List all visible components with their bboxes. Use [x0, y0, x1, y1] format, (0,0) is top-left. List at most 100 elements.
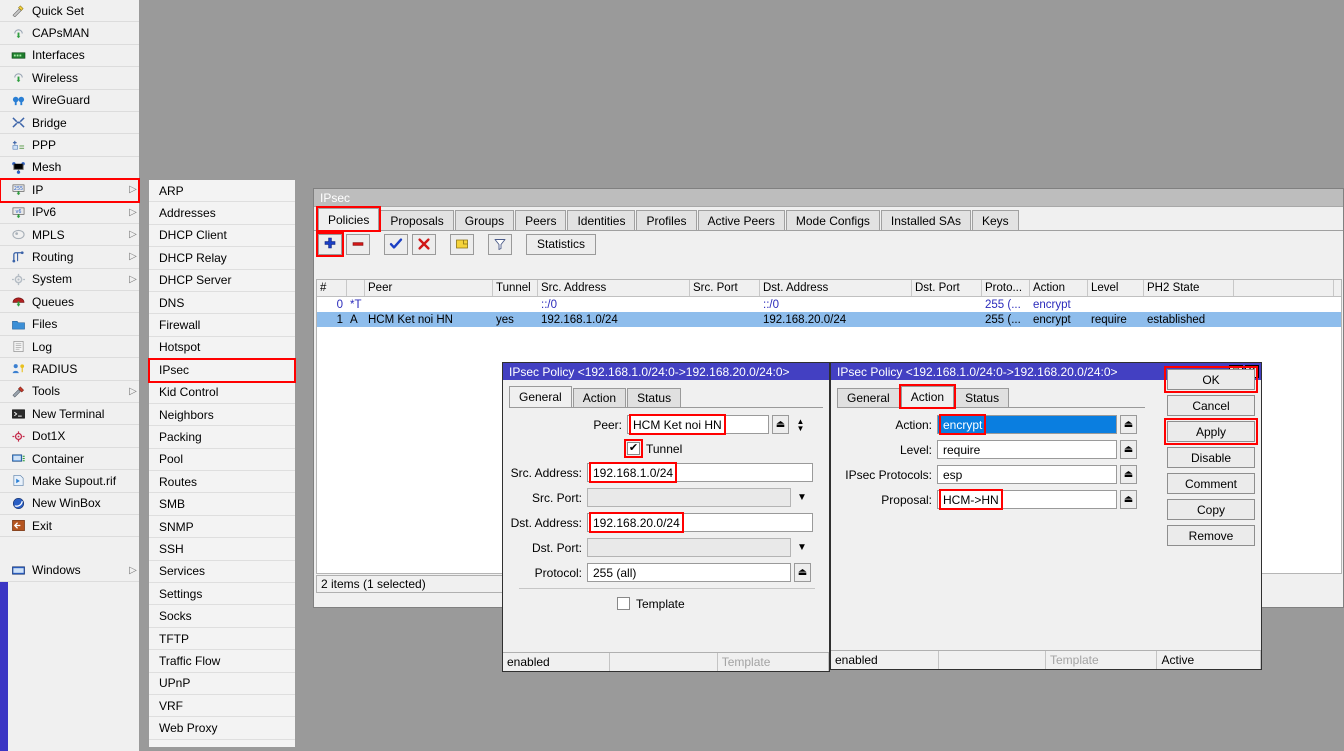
sidebar-item-container[interactable]: Container [0, 447, 139, 471]
column-header[interactable]: Peer [365, 280, 493, 296]
sidebar-item-new-winbox[interactable]: New WinBox [0, 492, 139, 515]
ip-submenu-item-dhcp-server[interactable]: DHCP Server [149, 269, 295, 292]
action-dropdown-icon[interactable]: ⏏ [1120, 415, 1137, 434]
column-header[interactable]: Dst. Address [760, 280, 912, 296]
column-header[interactable]: Tunnel [493, 280, 538, 296]
copy-button[interactable]: Copy [1167, 499, 1255, 520]
sidebar-item-system[interactable]: System ▷ [0, 268, 139, 292]
column-header[interactable]: Src. Address [538, 280, 690, 296]
sidebar-item-tools[interactable]: Tools ▷ [0, 380, 139, 404]
comment-button[interactable] [450, 233, 474, 255]
ip-submenu-item-tftp[interactable]: TFTP [149, 627, 295, 651]
level-input[interactable]: require [937, 440, 1117, 459]
ip-submenu-item-socks[interactable]: Socks [149, 605, 295, 628]
tab-policies[interactable]: Policies [315, 206, 382, 232]
ip-submenu-item-packing[interactable]: Packing [149, 426, 295, 449]
ip-submenu-item-routes[interactable]: Routes [149, 471, 295, 494]
level-dropdown-icon[interactable]: ⏏ [1120, 440, 1137, 459]
column-header[interactable]: Level [1088, 280, 1144, 296]
src-address-input[interactable]: 192.168.1.0/24 [587, 462, 813, 483]
sidebar-item-log[interactable]: Log [0, 335, 139, 359]
sidebar-item-mesh[interactable]: Mesh [0, 156, 139, 180]
column-header[interactable] [347, 280, 365, 296]
tab-proposals[interactable]: Proposals [380, 210, 454, 230]
peer-dropdown-icon[interactable]: ⏏ [772, 415, 789, 434]
sidebar-item-radius[interactable]: RADIUS [0, 358, 139, 381]
ip-submenu-item-dns[interactable]: DNS [149, 291, 295, 315]
ip-submenu-item-ssh[interactable]: SSH [149, 538, 295, 561]
sidebar-item-files[interactable]: Files [0, 313, 139, 336]
column-header[interactable] [1234, 280, 1334, 296]
ip-submenu-item-vrf[interactable]: VRF [149, 694, 295, 718]
table-row[interactable]: 0 *T::/0::/0 255 (... encrypt [317, 297, 1341, 312]
dialog-tab-general[interactable]: General [509, 386, 572, 407]
sidebar-item-windows[interactable]: Windows ▷ [0, 559, 139, 583]
ip-submenu-item-ipsec[interactable]: IPsec [148, 358, 296, 383]
sidebar-item-make-supout-rif[interactable]: Make Supout.rif [0, 470, 139, 493]
filter-button[interactable] [488, 233, 512, 255]
dialog-tab-general[interactable]: General [837, 388, 900, 407]
sidebar-item-new-terminal[interactable]: New Terminal [0, 403, 139, 426]
sidebar-item-ip[interactable]: 255 IP ▷ [0, 178, 140, 203]
ip-submenu-item-smb[interactable]: SMB [149, 493, 295, 516]
ip-submenu-item-dhcp-relay[interactable]: DHCP Relay [149, 247, 295, 270]
sidebar-item-exit[interactable]: Exit [0, 514, 139, 538]
sidebar-item-ipv6[interactable]: v6 IPv6 ▷ [0, 201, 139, 224]
tab-active-peers[interactable]: Active Peers [697, 210, 785, 230]
dst-port-input[interactable] [587, 538, 791, 557]
ip-submenu-item-snmp[interactable]: SNMP [149, 515, 295, 539]
remove-policy-button[interactable] [346, 233, 370, 255]
tab-peers[interactable]: Peers [515, 210, 567, 230]
apply-button[interactable]: Apply [1164, 418, 1258, 445]
ip-submenu-item-traffic-flow[interactable]: Traffic Flow [149, 650, 295, 673]
column-header[interactable]: # [317, 280, 347, 296]
sidebar-item-wireless[interactable]: Wireless [0, 67, 139, 90]
dst-port-chevron-down-icon[interactable]: ▼ [793, 538, 811, 557]
ip-submenu-item-hotspot[interactable]: Hotspot [149, 336, 295, 360]
ip-submenu-item-web-proxy[interactable]: Web Proxy [149, 717, 295, 740]
column-header[interactable]: Proto... [982, 280, 1030, 296]
ip-submenu-item-pool[interactable]: Pool [149, 448, 295, 472]
sidebar-item-dot1x[interactable]: Dot1X [0, 425, 139, 448]
sidebar-item-mpls[interactable]: MPLS ▷ [0, 223, 139, 247]
sidebar-item-queues[interactable]: Queues [0, 291, 139, 314]
dialog-tab-status[interactable]: Status [955, 388, 1010, 407]
proposal-input[interactable]: HCM->HN [937, 489, 1117, 510]
src-port-chevron-down-icon[interactable]: ▼ [793, 488, 811, 507]
comment-button[interactable]: Comment [1167, 473, 1255, 494]
remove-button[interactable]: Remove [1167, 525, 1255, 546]
column-header[interactable]: Src. Port [690, 280, 760, 296]
ip-submenu-item-upnp[interactable]: UPnP [149, 672, 295, 695]
column-header[interactable]: PH2 State [1144, 280, 1234, 296]
sidebar-item-interfaces[interactable]: Interfaces [0, 44, 139, 68]
enable-policy-button[interactable] [384, 233, 408, 255]
sidebar-item-capsman[interactable]: CAPsMAN [0, 22, 139, 45]
dialog-tab-status[interactable]: Status [627, 388, 682, 407]
ip-submenu-item-addresses[interactable]: Addresses [149, 202, 295, 225]
template-checkbox[interactable] [617, 597, 630, 610]
ip-submenu-item-dhcp-client[interactable]: DHCP Client [149, 224, 295, 248]
tunnel-checkbox[interactable]: ✔ [624, 439, 643, 458]
table-row[interactable]: 1 A HCM Ket noi HN yes 192.168.1.0/24 192.168… [317, 312, 1341, 327]
sidebar-item-quick-set[interactable]: Quick Set [0, 0, 139, 23]
ip-submenu-item-arp[interactable]: ARP [149, 180, 295, 203]
tab-keys[interactable]: Keys [971, 210, 1019, 230]
ip-submenu-item-firewall[interactable]: Firewall [149, 314, 295, 337]
peer-input[interactable]: HCM Ket noi HN [627, 414, 769, 435]
column-header[interactable]: Action [1030, 280, 1088, 296]
peer-stepper-icon[interactable]: ▲ ▼ [793, 415, 808, 434]
protocol-input[interactable]: 255 (all) [587, 563, 791, 582]
tab-groups[interactable]: Groups [454, 210, 515, 230]
src-port-input[interactable] [587, 488, 791, 507]
ip-submenu-item-kid-control[interactable]: Kid Control [149, 381, 295, 404]
add-policy-button[interactable] [316, 231, 344, 257]
ip-submenu-item-neighbors[interactable]: Neighbors [149, 403, 295, 427]
tab-installed-sas[interactable]: Installed SAs [880, 210, 971, 230]
protocol-dropdown-icon[interactable]: ⏏ [794, 563, 811, 582]
dst-address-input[interactable]: 192.168.20.0/24 [587, 512, 813, 533]
sidebar-item-ppp[interactable]: PPP [0, 134, 139, 157]
dialog-tab-action[interactable]: Action [572, 388, 627, 407]
ip-submenu-item-settings[interactable]: Settings [149, 583, 295, 606]
tab-identities[interactable]: Identities [567, 210, 636, 230]
cancel-button[interactable]: Cancel [1167, 395, 1255, 416]
